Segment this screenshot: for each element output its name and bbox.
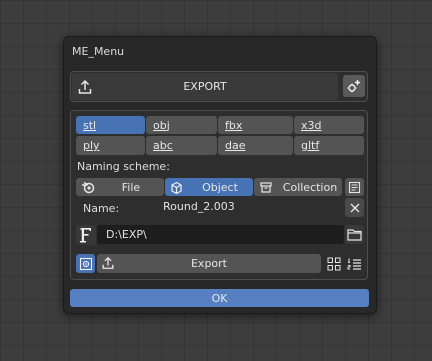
export-button[interactable]: Export <box>97 254 321 273</box>
text-list-button[interactable] <box>345 178 364 196</box>
ok-button-label: OK <box>211 291 228 305</box>
folder-icon <box>347 228 362 241</box>
format-abc[interactable]: abc <box>146 136 217 155</box>
format-fbx[interactable]: fbx <box>218 116 293 134</box>
blender-logo-icon <box>80 179 96 195</box>
export-path-value: D:\EXP\ <box>106 228 147 241</box>
dialog-title: ME_Menu <box>72 45 125 58</box>
format-gltf[interactable]: gltf <box>294 136 364 155</box>
format-ply[interactable]: ply <box>76 136 145 155</box>
font-f-icon[interactable] <box>76 225 96 245</box>
ok-button[interactable]: OK <box>70 289 369 307</box>
format-label: stl <box>83 118 97 132</box>
cube-icon <box>168 179 184 195</box>
export-header-label: EXPORT <box>183 80 227 93</box>
tab-object-label: Object <box>202 181 238 194</box>
tab-object[interactable]: Object <box>165 178 253 196</box>
collection-box-icon <box>258 179 274 195</box>
format-label: obj <box>153 118 170 132</box>
close-x-icon <box>349 202 361 214</box>
tab-file-label: File <box>121 181 141 194</box>
clear-name-button[interactable] <box>345 198 364 217</box>
settings-button[interactable] <box>343 75 365 97</box>
format-x3d[interactable]: x3d <box>294 116 364 134</box>
grid-view-icon[interactable] <box>325 255 343 273</box>
format-label: fbx <box>225 118 243 132</box>
format-label: gltf <box>301 139 320 152</box>
format-obj[interactable]: obj <box>146 116 217 134</box>
export-header-button[interactable]: EXPORT <box>72 73 338 100</box>
format-label: x3d <box>301 118 322 132</box>
export-button-label: Export <box>190 257 227 270</box>
folder-browse-button[interactable] <box>345 225 364 244</box>
format-label: ply <box>83 139 100 152</box>
name-label: Name: <box>83 202 120 215</box>
settings-sparkle-icon <box>346 78 362 94</box>
tab-file[interactable]: File <box>76 178 164 196</box>
name-value[interactable]: Round_2.003 <box>163 200 235 213</box>
format-label: abc <box>153 139 173 152</box>
naming-scheme-label: Naming scheme: <box>77 160 170 173</box>
numbered-list-icon[interactable] <box>345 255 364 273</box>
text-list-icon <box>348 181 361 194</box>
format-dae[interactable]: dae <box>218 136 293 155</box>
tab-collection-label: Collection <box>282 181 338 194</box>
scene-toggle-button[interactable] <box>76 254 95 273</box>
export-path-field[interactable]: D:\EXP\ <box>97 225 344 244</box>
format-stl[interactable]: stl <box>76 116 145 134</box>
scene-toggle-icon <box>79 257 93 271</box>
tab-collection[interactable]: Collection <box>254 178 342 196</box>
format-label: dae <box>225 139 246 152</box>
